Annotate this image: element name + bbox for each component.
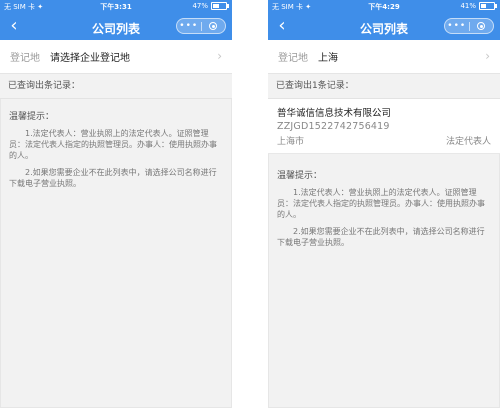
result-count: 已查询出条记录： [0,74,232,99]
company-name: 普华诚信信息技术有限公司 [277,108,392,119]
target-icon [209,22,218,30]
location-label: 登记地 [278,53,308,64]
more-icon[interactable]: ••• [445,19,469,33]
registration-location-selector[interactable]: 登记地 上海 › [268,40,500,74]
chevron-right-icon: › [217,49,222,63]
tip-item: 2.如果您需要企业不在此列表中，请选择公司名称进行下载电子营业执照。 [277,227,485,247]
location-label: 登记地 [10,53,40,64]
close-mini-program-button[interactable] [202,22,226,30]
tips-title: 温馨提示： [277,171,323,181]
battery-percent: 41% [460,2,476,10]
battery-fill [213,4,219,8]
tips-section: 温馨提示： 1.法定代表人：营业执照上的法定代表人。证照管理员：法定代表人指定的… [268,154,500,248]
company-code: ZZJGD1522742756419 [277,121,390,132]
phone-screen-right: 无 SIM 卡 ✦ 下午4:29 41% ‹ 公司列表 ••• 登记地 上海 ›… [268,0,500,408]
battery-icon [211,2,229,10]
tips-title: 温馨提示： [9,112,55,122]
chevron-right-icon: › [485,49,490,63]
tips-section: 温馨提示： 1.法定代表人：营业执照上的法定代表人。证照管理员：法定代表人指定的… [0,99,232,189]
location-value: 请选择企业登记地 [50,53,130,64]
battery-status: 41% [460,2,497,10]
close-mini-program-button[interactable] [470,22,494,30]
battery-fill [481,4,486,8]
status-bar: 无 SIM 卡 ✦ 下午4:29 41% [268,0,500,14]
nav-bar: ‹ 公司列表 ••• [0,14,232,40]
tip-item: 1.法定代表人：营业执照上的法定代表人。证照管理员：法定代表人指定的执照管理员。… [277,188,485,219]
company-city: 上海市 [277,137,305,147]
nav-bar: ‹ 公司列表 ••• [268,14,500,40]
more-icon[interactable]: ••• [177,19,201,33]
mini-program-capsule: ••• [444,18,494,34]
battery-icon [479,2,497,10]
tip-item: 2.如果您需要企业不在此列表中，请选择公司名称进行下载电子营业执照。 [9,168,217,188]
target-icon [477,22,486,30]
phone-screen-left: 无 SIM 卡 ✦ 下午3:31 47% ‹ 公司列表 ••• 登记地 请选择企… [0,0,232,408]
company-role: 法定代表人 [445,137,491,147]
battery-percent: 47% [192,2,208,10]
battery-status: 47% [192,2,229,10]
company-result-card[interactable]: 普华诚信信息技术有限公司 ZZJGD1522742756419 上海市 法定代表… [268,99,500,154]
registration-location-selector[interactable]: 登记地 请选择企业登记地 › [0,40,232,74]
location-value: 上海 [318,53,338,64]
mini-program-capsule: ••• [176,18,226,34]
status-bar: 无 SIM 卡 ✦ 下午3:31 47% [0,0,232,14]
result-count: 已查询出1条记录： [268,74,500,99]
tip-item: 1.法定代表人：营业执照上的法定代表人。证照管理员：法定代表人指定的执照管理员。… [9,129,217,160]
